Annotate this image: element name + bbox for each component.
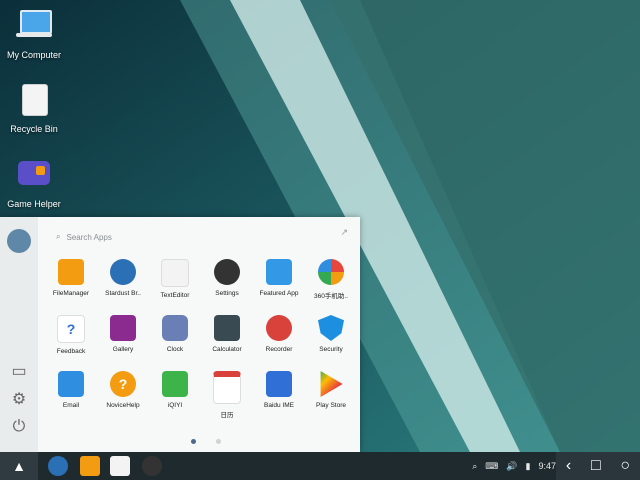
app-360-assistant[interactable]: 360手机助.. — [306, 259, 356, 300]
search-icon: ⌕ — [56, 232, 61, 241]
home-icon[interactable]: ○ — [620, 457, 630, 475]
search-placeholder: Search Apps — [66, 232, 112, 242]
start-menu: ▭ ⚙ ⏻ ⌕ Search Apps ↗ FileManager Stardu… — [0, 217, 360, 452]
power-icon[interactable]: ⏻ — [9, 417, 29, 437]
page-dot[interactable] — [216, 439, 222, 444]
start-logo-icon: ▲ — [12, 458, 26, 474]
folder-icon — [58, 259, 84, 285]
gamepad-icon — [14, 155, 54, 195]
app-texteditor[interactable]: TextEditor — [150, 259, 200, 299]
calendar-icon — [213, 371, 241, 404]
calculator-icon — [214, 315, 240, 341]
page-dot[interactable] — [191, 439, 196, 444]
iqiyi-icon — [162, 371, 188, 397]
trash-icon — [14, 80, 54, 120]
app-security[interactable]: Security — [306, 315, 356, 353]
taskbar-editor-icon[interactable] — [110, 456, 130, 476]
app-baidu-ime[interactable]: Baidu IME — [254, 371, 304, 409]
system-tray: ⌕ ⌨ 🔊 ▮ 9:47 — [464, 452, 556, 480]
app-settings[interactable]: Settings — [202, 259, 252, 297]
app-play-store[interactable]: Play Store — [306, 371, 356, 409]
start-button[interactable]: ▲ — [0, 452, 38, 480]
app-email[interactable]: Email — [46, 371, 96, 409]
expand-icon[interactable]: ↗ — [340, 227, 348, 238]
shield-icon — [318, 315, 344, 341]
window-icon[interactable]: ▭ — [9, 361, 29, 381]
laptop-icon — [14, 6, 54, 46]
mail-icon — [58, 371, 84, 397]
search-icon[interactable]: ⌕ — [472, 461, 477, 472]
clock-icon — [162, 315, 188, 341]
page-indicator — [183, 431, 229, 449]
desktop-icon-game-helper[interactable]: Game Helper — [0, 155, 68, 209]
gear-icon[interactable]: ⚙ — [9, 389, 29, 409]
help-icon: ? — [110, 371, 136, 397]
start-menu-sidebar: ▭ ⚙ ⏻ — [0, 217, 38, 452]
app-iqiyi[interactable]: iQIYI — [150, 371, 200, 409]
search-field[interactable]: ⌕ Search Apps — [56, 229, 336, 245]
taskbar: ▲ ⌕ ⌨ 🔊 ▮ 9:47 ‹ □ ○ — [0, 452, 640, 480]
battery-icon[interactable]: ▮ — [526, 461, 531, 472]
baidu-icon — [266, 371, 292, 397]
app-calendar[interactable]: 日历 — [202, 371, 252, 419]
store-icon — [266, 259, 292, 285]
app-stardust-browser[interactable]: Stardust Br.. — [98, 259, 148, 297]
app-featured-app[interactable]: Featured App — [254, 259, 304, 297]
app-filemanager[interactable]: FileManager — [46, 259, 96, 297]
assistant-icon — [318, 259, 344, 285]
taskbar-files-icon[interactable] — [80, 456, 100, 476]
volume-icon[interactable]: 🔊 — [506, 461, 517, 472]
navigation-controls: ‹ □ ○ — [556, 452, 640, 480]
question-icon: ? — [57, 315, 85, 343]
desktop-icon-my-computer[interactable]: My Computer — [0, 6, 68, 60]
play-icon — [320, 371, 343, 397]
gear-icon — [214, 259, 240, 285]
globe-icon — [110, 259, 136, 285]
edit-icon — [161, 259, 189, 287]
recorder-icon — [266, 315, 292, 341]
back-icon[interactable]: ‹ — [566, 457, 571, 475]
overview-icon[interactable]: □ — [591, 457, 601, 475]
avatar[interactable] — [7, 229, 31, 253]
clock[interactable]: 9:47 — [538, 461, 556, 471]
app-clock[interactable]: Clock — [150, 315, 200, 353]
taskbar-settings-icon[interactable] — [142, 456, 162, 476]
keyboard-icon[interactable]: ⌨ — [485, 461, 498, 472]
gallery-icon — [110, 315, 136, 341]
app-calculator[interactable]: Calculator — [202, 315, 252, 353]
desktop-icon-recycle-bin[interactable]: Recycle Bin — [0, 80, 68, 134]
start-menu-main: ⌕ Search Apps ↗ FileManager Stardust Br.… — [38, 217, 360, 452]
app-novicehelp[interactable]: ? NoviceHelp — [98, 371, 148, 409]
app-gallery[interactable]: Gallery — [98, 315, 148, 353]
app-feedback[interactable]: ? Feedback — [46, 315, 96, 355]
app-recorder[interactable]: Recorder — [254, 315, 304, 353]
taskbar-browser-icon[interactable] — [48, 456, 68, 476]
